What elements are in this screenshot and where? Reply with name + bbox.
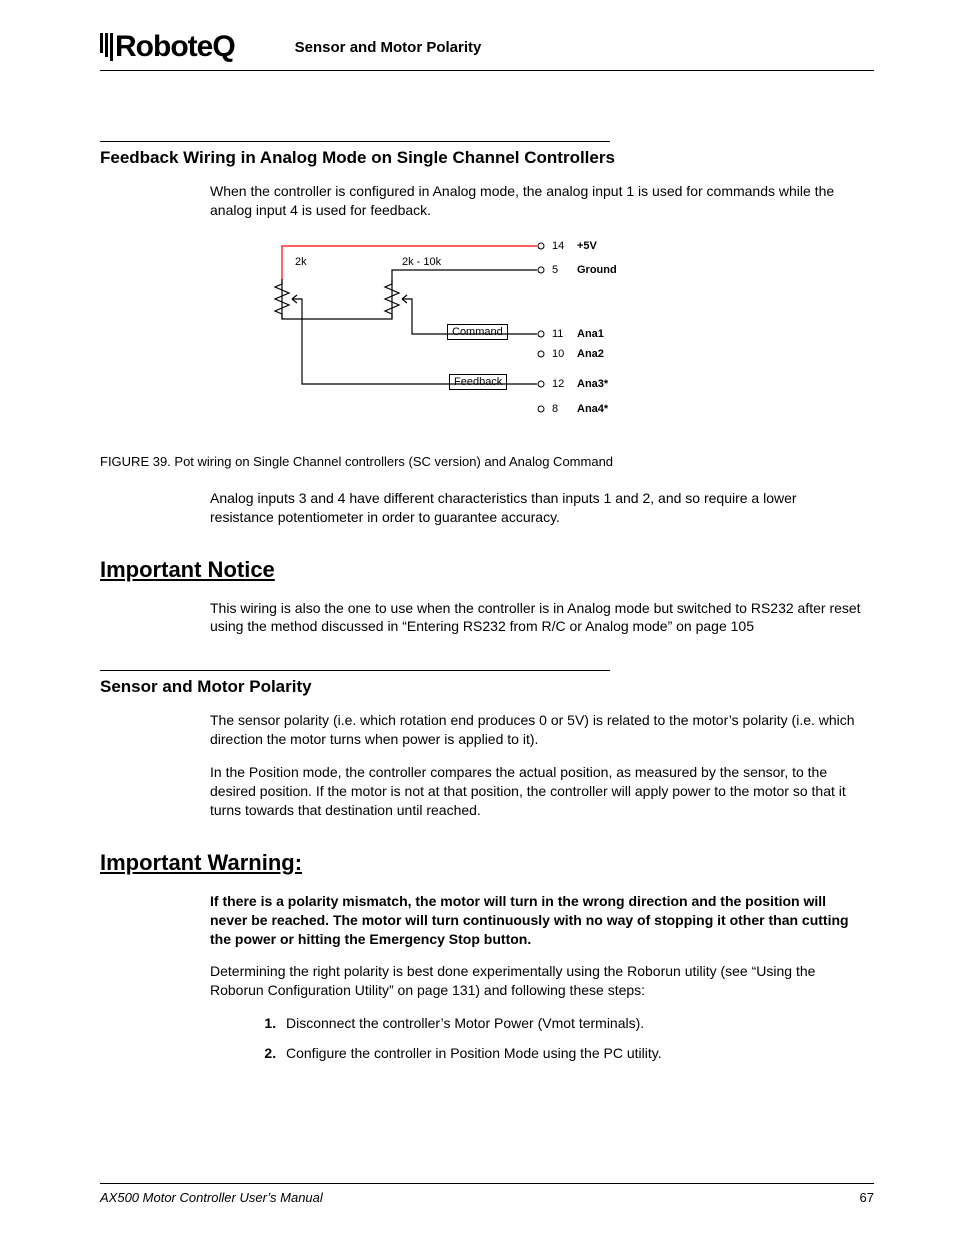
section-rule xyxy=(100,141,610,142)
diagram-feedback-label: Feedback xyxy=(449,374,507,390)
important-warning-heading: Important Warning: xyxy=(100,850,874,876)
pin-num: 11 xyxy=(552,328,563,340)
pin-num: 12 xyxy=(552,378,564,390)
pin-num: 5 xyxy=(552,264,558,276)
paragraph: Analog inputs 3 and 4 have different cha… xyxy=(210,489,864,527)
brand-text-1: Robote xyxy=(115,30,212,64)
wiring-diagram: 2k 2k - 10k Command Feedback 14 +5V 5 Gr… xyxy=(247,234,727,444)
brand-text-2: Q xyxy=(212,30,234,64)
paragraph-bold: If there is a polarity mismatch, the mot… xyxy=(210,892,864,949)
steps-list: Disconnect the controller’s Motor Power … xyxy=(210,1014,864,1063)
paragraph: When the controller is configured in Ana… xyxy=(210,182,864,220)
pin-num: 10 xyxy=(552,348,564,360)
pin-num: 8 xyxy=(552,403,558,415)
section-heading-feedback-wiring: Feedback Wiring in Analog Mode on Single… xyxy=(100,148,874,168)
paragraph: The sensor polarity (i.e. which rotation… xyxy=(210,711,864,749)
logo-bars-icon xyxy=(100,33,113,61)
footer-page-number: 67 xyxy=(860,1190,874,1205)
pin-name: Ana3* xyxy=(577,378,608,390)
paragraph: In the Position mode, the controller com… xyxy=(210,763,864,820)
pin-name: Ana1 xyxy=(577,328,604,340)
step-item: Disconnect the controller’s Motor Power … xyxy=(280,1014,864,1034)
pin-name: Ground xyxy=(577,264,617,276)
pin-name: Ana2 xyxy=(577,348,604,360)
header-section-title: Sensor and Motor Polarity xyxy=(295,39,482,56)
paragraph: Determining the right polarity is best d… xyxy=(210,962,864,1000)
paragraph: This wiring is also the one to use when … xyxy=(210,599,864,637)
pin-name: Ana4* xyxy=(577,403,608,415)
important-notice-heading: Important Notice xyxy=(100,557,874,583)
footer-manual-title: AX500 Motor Controller User’s Manual xyxy=(100,1190,323,1205)
section-rule xyxy=(100,670,610,671)
pin-name: +5V xyxy=(577,240,597,252)
page-header: RoboteQ Sensor and Motor Polarity xyxy=(100,30,874,71)
pin-num: 14 xyxy=(552,240,564,252)
page-footer: AX500 Motor Controller User’s Manual 67 xyxy=(100,1183,874,1205)
diagram-r1-label: 2k xyxy=(295,256,307,268)
figure-caption: FIGURE 39. Pot wiring on Single Channel … xyxy=(100,454,874,469)
diagram-command-label: Command xyxy=(447,324,508,340)
brand-logo: RoboteQ xyxy=(100,30,235,64)
step-item: Configure the controller in Position Mod… xyxy=(280,1044,864,1064)
diagram-r2-label: 2k - 10k xyxy=(402,256,441,268)
section-heading-polarity: Sensor and Motor Polarity xyxy=(100,677,874,697)
